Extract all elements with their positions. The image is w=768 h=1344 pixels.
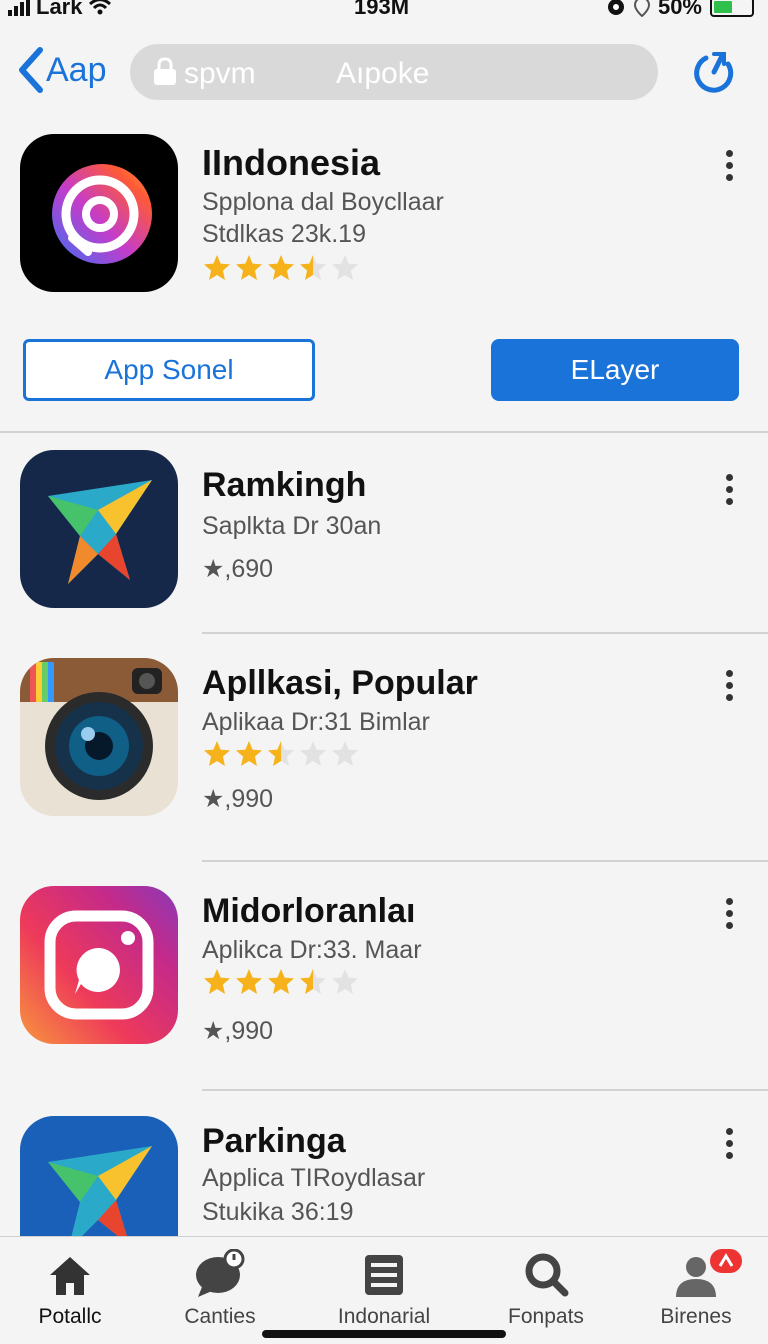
star-icon xyxy=(268,255,294,280)
featured-rating xyxy=(202,254,360,282)
star-arrow-icon xyxy=(20,450,178,608)
search-icon xyxy=(525,1253,569,1297)
app-subtitle: Applica TIRoydlasar xyxy=(202,1164,426,1192)
app-subtitle: Aplikaa Dr:31 Bimlar xyxy=(202,708,430,736)
app-downloads: ★,990 xyxy=(202,785,274,813)
app-title: Parkinga xyxy=(202,1122,346,1160)
star-icon xyxy=(204,969,230,994)
camera-icon xyxy=(20,658,178,816)
row-divider xyxy=(202,632,768,634)
star-icon xyxy=(300,255,326,280)
more-options-icon[interactable] xyxy=(726,1128,736,1164)
battery-fill xyxy=(714,1,732,13)
instagram-icon xyxy=(20,886,178,1044)
app-title: Midorloranlaı xyxy=(202,892,416,930)
chevron-left-icon xyxy=(19,47,43,93)
search-text-left: spvm xyxy=(184,57,256,90)
tab-bar: Potallc Canties Indonarial Fonpats Biren… xyxy=(0,1236,768,1344)
app-meta: Stukika 36:19 xyxy=(202,1198,354,1226)
battery-icon xyxy=(710,0,754,17)
tab-indonarial[interactable]: Indonarial xyxy=(314,1249,454,1329)
app-title: Apllkasi, Popular xyxy=(202,664,478,702)
row-divider xyxy=(202,1089,768,1091)
back-label: Aap xyxy=(46,50,107,89)
chat-icon xyxy=(196,1249,245,1297)
app-rating xyxy=(202,968,360,996)
list-item[interactable]: Ramkingh Saplkta Dr 30an ★,690 xyxy=(0,450,768,660)
tab-label: Birenes xyxy=(660,1305,732,1328)
home-indicator xyxy=(262,1330,506,1338)
battery-percent: 50% xyxy=(657,0,702,19)
section-divider xyxy=(0,431,768,433)
tab-label: Fonpats xyxy=(508,1305,584,1328)
list-item[interactable]: Apllkasi, Popular Aplikaa Dr:31 Bimlar ★… xyxy=(0,658,768,868)
status-time: 193M xyxy=(354,0,410,19)
featured-app: IIndonesia Spplona dal Boycllaar Stdlkas… xyxy=(0,134,768,430)
notification-badge xyxy=(710,1249,742,1273)
elayer-button[interactable]: ELayer xyxy=(491,339,739,401)
star-icon xyxy=(332,741,358,766)
app-rating xyxy=(202,740,360,768)
star-icon xyxy=(300,741,326,766)
more-options-icon[interactable] xyxy=(726,474,736,510)
tab-potallc[interactable]: Potallc xyxy=(0,1249,140,1329)
search-bar[interactable]: spvm Aıpoke xyxy=(130,44,658,100)
refresh-icon[interactable] xyxy=(692,50,736,94)
star-icon xyxy=(332,969,358,994)
app-subtitle: Saplkta Dr 30an xyxy=(202,512,382,540)
tab-label: Canties xyxy=(184,1305,256,1328)
tab-fonpats[interactable]: Fonpats xyxy=(476,1249,616,1329)
app-title: Ramkingh xyxy=(202,466,367,504)
star-icon xyxy=(236,741,262,766)
list-item[interactable]: Midorloranlaı Aplikca Dr:33. Maar ★,990 xyxy=(0,886,768,1096)
signal-icon xyxy=(8,0,30,16)
more-options-icon[interactable] xyxy=(726,150,736,186)
app-downloads: ★,990 xyxy=(202,1017,274,1045)
lock-icon xyxy=(154,57,176,85)
star-icon xyxy=(268,741,294,766)
featured-title: IIndonesia xyxy=(202,142,381,183)
back-button[interactable]: Aap xyxy=(16,44,107,96)
star-icon xyxy=(300,969,326,994)
star-icon xyxy=(236,969,262,994)
search-text-right: Aıpoke xyxy=(336,57,430,90)
list-item[interactable]: Parkinga Applica TIRoydlasar Stukika 36:… xyxy=(0,1116,768,1236)
featured-subtitle: Spplona dal Boycllaar xyxy=(202,188,444,216)
nav-bar: Aap spvm Aıpoke xyxy=(0,40,768,102)
tab-label: Indonarial xyxy=(337,1305,431,1328)
star-arrow-icon xyxy=(20,1116,178,1236)
featured-app-icon[interactable] xyxy=(20,134,178,292)
app-downloads: ★,690 xyxy=(202,555,274,583)
tab-canties[interactable]: Canties xyxy=(150,1249,290,1329)
alarm-icon xyxy=(607,0,624,15)
location-icon xyxy=(633,0,650,17)
status-bar: Lark 193M 50% xyxy=(0,0,768,22)
star-icon xyxy=(332,255,358,280)
app-sonel-button[interactable]: App Sonel xyxy=(23,339,315,401)
list-icon xyxy=(365,1255,403,1295)
star-icon xyxy=(204,255,230,280)
more-options-icon[interactable] xyxy=(726,670,736,706)
featured-meta: Stdlkas 23k.19 xyxy=(202,220,366,248)
tab-label: Potallc xyxy=(38,1305,102,1328)
app-subtitle: Aplikca Dr:33. Maar xyxy=(202,936,422,964)
tab-birenes[interactable]: Birenes xyxy=(626,1249,766,1329)
wifi-icon xyxy=(89,0,112,15)
home-icon xyxy=(50,1257,90,1295)
carrier-label: Lark xyxy=(36,0,83,19)
star-icon xyxy=(268,969,294,994)
status-left: Lark xyxy=(8,0,112,20)
more-options-icon[interactable] xyxy=(726,898,736,934)
status-right: 50% xyxy=(606,0,754,20)
row-divider xyxy=(202,860,768,862)
star-icon xyxy=(204,741,230,766)
star-icon xyxy=(236,255,262,280)
